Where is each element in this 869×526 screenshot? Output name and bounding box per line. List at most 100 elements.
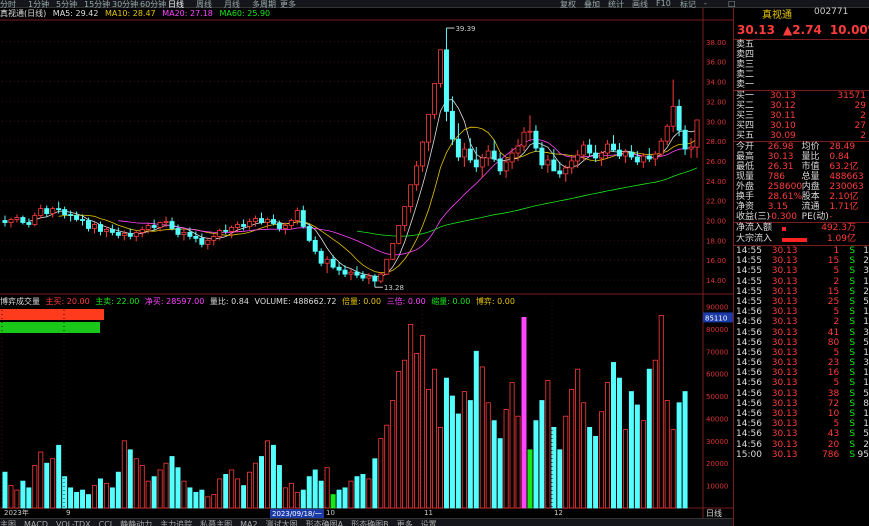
ma10-label: MA10: 28.47: [104, 9, 156, 18]
volume-bar: [127, 449, 133, 509]
volume-bar: [515, 415, 521, 509]
bottom-tab[interactable]: 测试大图: [266, 520, 298, 526]
book-price: 30.12: [770, 101, 796, 111]
ask-row[interactable]: 卖四: [734, 50, 869, 60]
book-label: 卖三: [736, 60, 755, 70]
bottom-tab-bar: 主图 MACD VOL-TDX CCI 静静动力 主力追踪 私募主图 MA2 测试大图 形态确图A…: [0, 518, 733, 526]
tick-side: S: [849, 388, 856, 399]
toolbar-button[interactable]: F10: [656, 0, 671, 8]
candle: [169, 221, 175, 229]
tick-row: 14:55 30.13 5 S 3: [734, 266, 869, 276]
candle: [491, 150, 497, 160]
candle: [539, 147, 545, 166]
price-change: ▲2.74: [782, 22, 822, 37]
candle: [306, 226, 312, 241]
bid-row[interactable]: 买四 30.10 27: [734, 121, 869, 131]
toolbar-button[interactable]: 标记: [680, 0, 696, 10]
ask-row[interactable]: 卖二: [734, 70, 869, 80]
volume-bar: [38, 451, 44, 509]
volume-bar: [437, 426, 443, 509]
tick-side: S: [849, 368, 856, 379]
stats-row: 净资 3.15 流通 1.71亿: [734, 202, 869, 212]
bottom-tab[interactable]: 私募主图: [200, 520, 232, 526]
tick-price: 30.13: [771, 296, 798, 307]
volume-bar: [247, 471, 253, 509]
book-volume: [820, 60, 866, 70]
candle: [68, 214, 74, 216]
bottom-tab[interactable]: 静静动力: [120, 520, 152, 526]
volume-bar: [443, 377, 449, 509]
bottom-tab[interactable]: MA2: [240, 520, 257, 526]
bottom-tab[interactable]: VOL-TDX: [56, 520, 91, 526]
flow-label: 大宗流入: [736, 234, 773, 244]
candle: [235, 224, 241, 228]
volume-bar: [473, 350, 479, 509]
ask-row[interactable]: 卖五: [734, 40, 869, 50]
tick-price: 30.13: [771, 307, 798, 318]
month-label: 12: [554, 509, 563, 517]
volume-bar: [587, 426, 593, 509]
candle: [133, 232, 139, 237]
toolbar-tab[interactable]: 更多: [280, 0, 296, 10]
volume-tick: 40000: [706, 415, 728, 423]
tick-time: 14:55: [736, 276, 762, 287]
tick-side: S: [849, 378, 856, 389]
ask-row[interactable]: 卖三: [734, 60, 869, 70]
stats-table: 今开 26.98 均价 28.49 最高 30.13 量比 0.84 最低 26.31 市值 63.2…: [734, 142, 869, 223]
candle: [270, 219, 276, 224]
toolbar-button[interactable]: 叠加: [584, 0, 600, 10]
toolbar-button[interactable]: □: [728, 0, 736, 8]
stats-cell: 净资: [736, 202, 755, 212]
bottom-tab[interactable]: 主图: [0, 520, 16, 526]
ask-row[interactable]: 卖一: [734, 80, 869, 90]
tick-time: 14:56: [736, 358, 762, 369]
book-volume: [820, 70, 866, 80]
tick-time: 14:55: [736, 256, 762, 267]
bottom-tab[interactable]: 更多: [397, 520, 413, 526]
volume-bar: [312, 469, 318, 509]
tick-count: 3: [863, 327, 869, 338]
bottom-tab[interactable]: 形态确图B: [351, 520, 389, 526]
volume-bar: [372, 458, 378, 509]
bottom-tab[interactable]: 设置: [421, 520, 437, 526]
volume-bar: [253, 462, 259, 509]
volume-bar: [288, 482, 294, 509]
bid-row[interactable]: 买二 30.12 29: [734, 101, 869, 111]
volume-bar: [360, 474, 366, 509]
bottom-tab[interactable]: CCI: [99, 520, 113, 526]
price-row: 30.13 ▲2.74 10.00%: [734, 20, 869, 40]
tick-price: 30.13: [771, 378, 798, 389]
candle: [318, 250, 324, 264]
toolbar-button[interactable]: 复权: [560, 0, 576, 10]
candle: [97, 224, 103, 232]
toolbar-button[interactable]: 统计: [608, 0, 624, 10]
book-price: [770, 50, 820, 60]
toolbar-button[interactable]: 画线: [632, 0, 648, 10]
bottom-tab[interactable]: MACD: [24, 520, 48, 526]
peak-label: 39.39: [455, 25, 475, 33]
bottom-tab[interactable]: 形态确图A: [306, 520, 343, 526]
volume-bar: [461, 391, 467, 509]
candle: [557, 170, 563, 175]
candle: [515, 145, 521, 154]
day-tab[interactable]: 日线: [706, 508, 722, 519]
candle: [62, 209, 68, 215]
price-tick: 18.00: [706, 237, 726, 245]
bid-row[interactable]: 买一 30.13 31571: [734, 91, 869, 101]
tick-row: 14:56 30.13 5 S 1: [734, 378, 869, 388]
toolbar-button[interactable]: -: [704, 0, 707, 8]
tick-time: 14:56: [736, 429, 762, 440]
bid-row[interactable]: 买三 30.11 2: [734, 111, 869, 121]
candle: [354, 271, 360, 276]
book-price: [770, 70, 820, 80]
candle: [342, 269, 348, 275]
candle: [336, 266, 342, 271]
candle: [593, 152, 599, 159]
volume-bar: [169, 456, 175, 509]
tick-count: 5: [863, 429, 869, 440]
candle: [509, 152, 515, 163]
bid-row[interactable]: 买五 30.09 2: [734, 131, 869, 141]
volume-bar: [622, 429, 628, 509]
quote-header: 真视通 002771: [734, 7, 869, 21]
bottom-tab[interactable]: 主力追踪: [160, 520, 192, 526]
